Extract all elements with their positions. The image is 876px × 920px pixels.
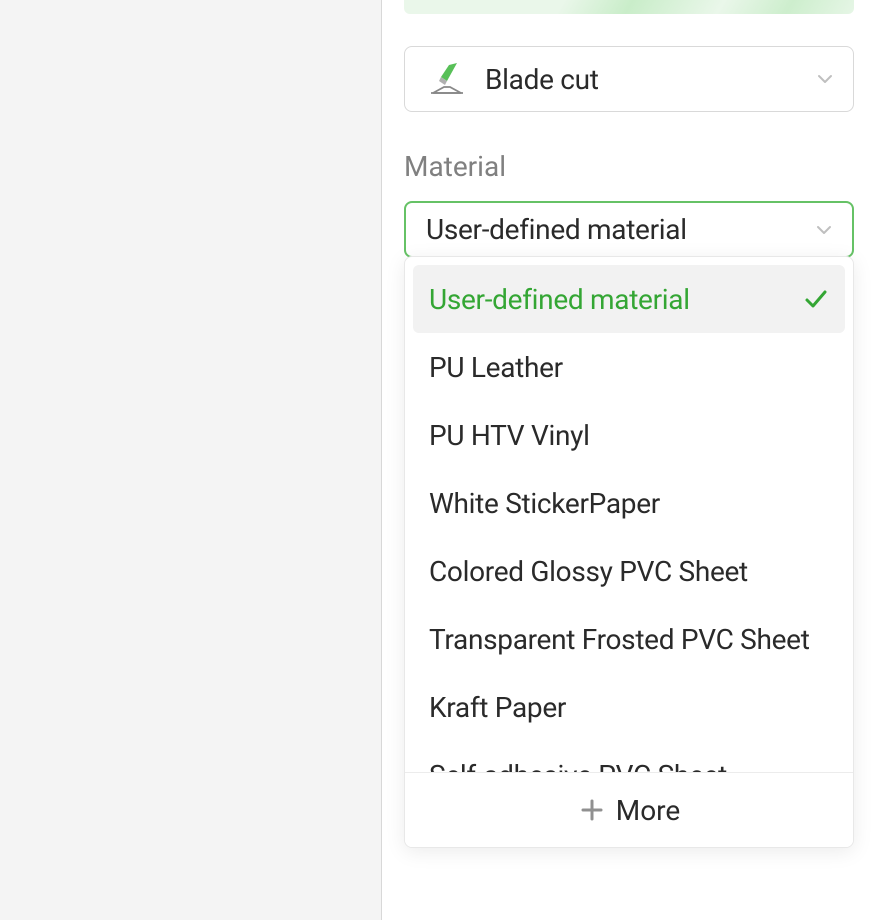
material-dropdown-list[interactable]: User-defined material PU Leather PU HTV … [405, 257, 853, 772]
material-dropdown: User-defined material PU Leather PU HTV … [404, 256, 854, 848]
more-button-label: More [616, 794, 681, 827]
blade-icon [427, 59, 467, 99]
material-option-label: Self-adhesive PVC Sheet [429, 759, 829, 773]
material-option-kraft-paper[interactable]: Kraft Paper [413, 673, 845, 741]
cutting-method-select[interactable]: Blade cut [404, 46, 854, 112]
material-option-self-adhesive-pvc[interactable]: Self-adhesive PVC Sheet [413, 741, 845, 772]
settings-panel: Blade cut Material User-defined material… [382, 0, 876, 920]
material-option-white-stickerpaper[interactable]: White StickerPaper [413, 469, 845, 537]
material-option-label: PU HTV Vinyl [429, 419, 829, 452]
material-option-label: White StickerPaper [429, 487, 829, 520]
material-option-label: Colored Glossy PVC Sheet [429, 555, 829, 588]
banner-strip [404, 0, 854, 14]
material-option-transparent-frosted-pvc[interactable]: Transparent Frosted PVC Sheet [413, 605, 845, 673]
cutting-method-label: Blade cut [485, 63, 815, 96]
material-section-label: Material [404, 150, 854, 183]
canvas-area [0, 0, 382, 920]
material-more-button[interactable]: More [405, 772, 853, 847]
material-option-label: Kraft Paper [429, 691, 829, 724]
material-select[interactable]: User-defined material [404, 201, 854, 258]
chevron-down-icon [814, 220, 834, 240]
chevron-down-icon [815, 69, 835, 89]
material-option-pu-htv-vinyl[interactable]: PU HTV Vinyl [413, 401, 845, 469]
material-option-pu-leather[interactable]: PU Leather [413, 333, 845, 401]
material-option-label: PU Leather [429, 351, 829, 384]
material-option-label: User-defined material [429, 283, 793, 316]
material-option-user-defined[interactable]: User-defined material [413, 265, 845, 333]
material-selected-value: User-defined material [426, 213, 814, 246]
material-option-label: Transparent Frosted PVC Sheet [429, 623, 829, 656]
check-icon [803, 286, 829, 312]
plus-icon [578, 796, 606, 824]
material-option-colored-glossy-pvc[interactable]: Colored Glossy PVC Sheet [413, 537, 845, 605]
